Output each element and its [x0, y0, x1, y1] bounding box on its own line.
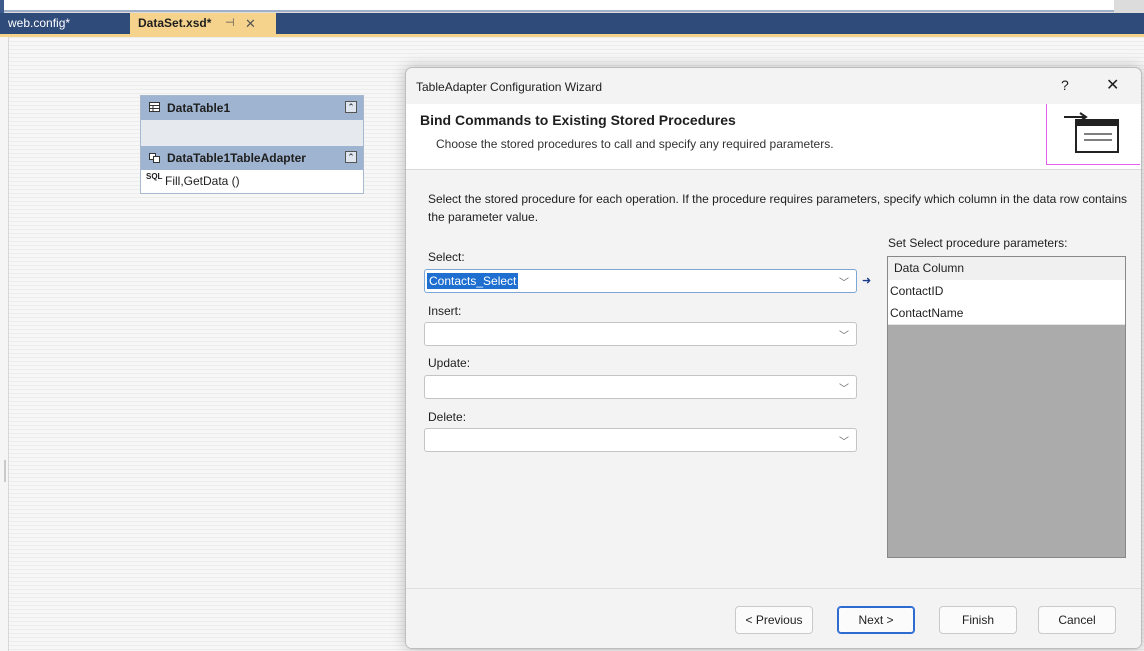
pin-icon[interactable]: ⊣ — [225, 13, 235, 34]
grid-cell: ContactID — [890, 284, 944, 298]
datatable-shape[interactable]: DataTable1 ⌃ DataTable1TableAdapter ⌃ SQ… — [140, 95, 364, 194]
chevron-down-icon[interactable]: ﹀ — [839, 274, 849, 289]
datatable-title: DataTable1 — [167, 101, 231, 115]
select-label: Select: — [428, 250, 465, 264]
instructions: Select the stored procedure for each ope… — [428, 192, 1128, 224]
query-label: Fill,GetData () — [165, 174, 240, 188]
tab-label: DataSet.xsd* — [138, 16, 212, 30]
select-procedure-value: Contacts_Select — [427, 273, 519, 289]
chevron-down-icon[interactable]: ﹀ — [839, 380, 849, 395]
grid-row[interactable]: ContactID — [888, 280, 1125, 303]
datatable-header[interactable]: DataTable1 ⌃ — [141, 96, 363, 120]
tab-label: web.config* — [8, 16, 71, 30]
close-icon[interactable]: ✕ — [1106, 75, 1119, 95]
datatable-columns-area — [141, 120, 363, 146]
tableadapter-header[interactable]: DataTable1TableAdapter ⌃ — [141, 146, 363, 170]
grid-cell: ContactName — [890, 306, 964, 320]
grid-header-label: Data Column — [894, 261, 965, 275]
designer-left-border — [8, 37, 9, 651]
insert-procedure-value — [427, 326, 431, 328]
select-procedure-combo[interactable]: Contacts_Select ﹀ — [424, 269, 857, 293]
parameters-label: Set Select procedure parameters: — [888, 236, 1068, 250]
chevron-down-icon[interactable]: ﹀ — [839, 327, 849, 342]
tab-dataset-xsd[interactable]: DataSet.xsd* ⊣ ✕ — [130, 13, 276, 34]
parameters-grid[interactable]: Data Column ContactID ContactName — [887, 256, 1126, 558]
page-title: Bind Commands to Existing Stored Procedu… — [420, 112, 736, 128]
wizard-footer: < Previous Next > Finish Cancel — [406, 588, 1141, 648]
grid-row[interactable]: ContactName — [888, 302, 1125, 325]
collapse-icon[interactable]: ⌃ — [345, 151, 357, 163]
dialog-title: TableAdapter Configuration Wizard — [416, 80, 603, 94]
top-bar — [4, 0, 1114, 12]
wizard-body: Select the stored procedure for each ope… — [406, 170, 1141, 588]
tab-web-config[interactable]: web.config* — [0, 13, 130, 34]
arrow-right-icon: ➜ — [862, 275, 872, 287]
next-button[interactable]: Next > — [837, 606, 915, 634]
document-tab-bar: web.config* DataSet.xsd* ⊣ ✕ — [0, 13, 1144, 34]
tableadapter-title: DataTable1TableAdapter — [167, 151, 306, 165]
datatable-icon — [149, 102, 160, 112]
wizard-header-graphic — [1046, 104, 1140, 165]
insert-procedure-combo[interactable]: ﹀ — [424, 322, 857, 346]
delete-label: Delete: — [428, 410, 467, 424]
command-icon — [1064, 112, 1119, 153]
tableadapter-icon — [149, 153, 160, 163]
finish-button[interactable]: Finish — [939, 606, 1017, 634]
update-procedure-value — [427, 379, 431, 381]
tableadapter-wizard-dialog: TableAdapter Configuration Wizard ? ✕ Bi… — [405, 67, 1142, 649]
window-top-strip — [0, 0, 1144, 13]
sql-icon: SQL — [146, 172, 163, 181]
close-icon[interactable]: ✕ — [245, 13, 256, 34]
update-label: Update: — [428, 356, 471, 370]
page-subtitle: Choose the stored procedures to call and… — [436, 137, 834, 151]
chevron-down-icon[interactable]: ﹀ — [839, 433, 849, 448]
delete-procedure-value — [427, 432, 431, 434]
help-icon[interactable]: ? — [1061, 77, 1069, 93]
previous-button[interactable]: < Previous — [735, 606, 813, 634]
insert-label: Insert: — [428, 304, 462, 318]
collapse-icon[interactable]: ⌃ — [345, 101, 357, 113]
update-procedure-combo[interactable]: ﹀ — [424, 375, 857, 399]
scroll-mark — [4, 460, 6, 482]
delete-procedure-combo[interactable]: ﹀ — [424, 428, 857, 452]
grid-column-header[interactable]: Data Column — [888, 257, 1125, 281]
cancel-button[interactable]: Cancel — [1038, 606, 1116, 634]
tableadapter-query[interactable]: SQL Fill,GetData () — [141, 170, 363, 192]
wizard-header: Bind Commands to Existing Stored Procedu… — [406, 104, 1141, 170]
